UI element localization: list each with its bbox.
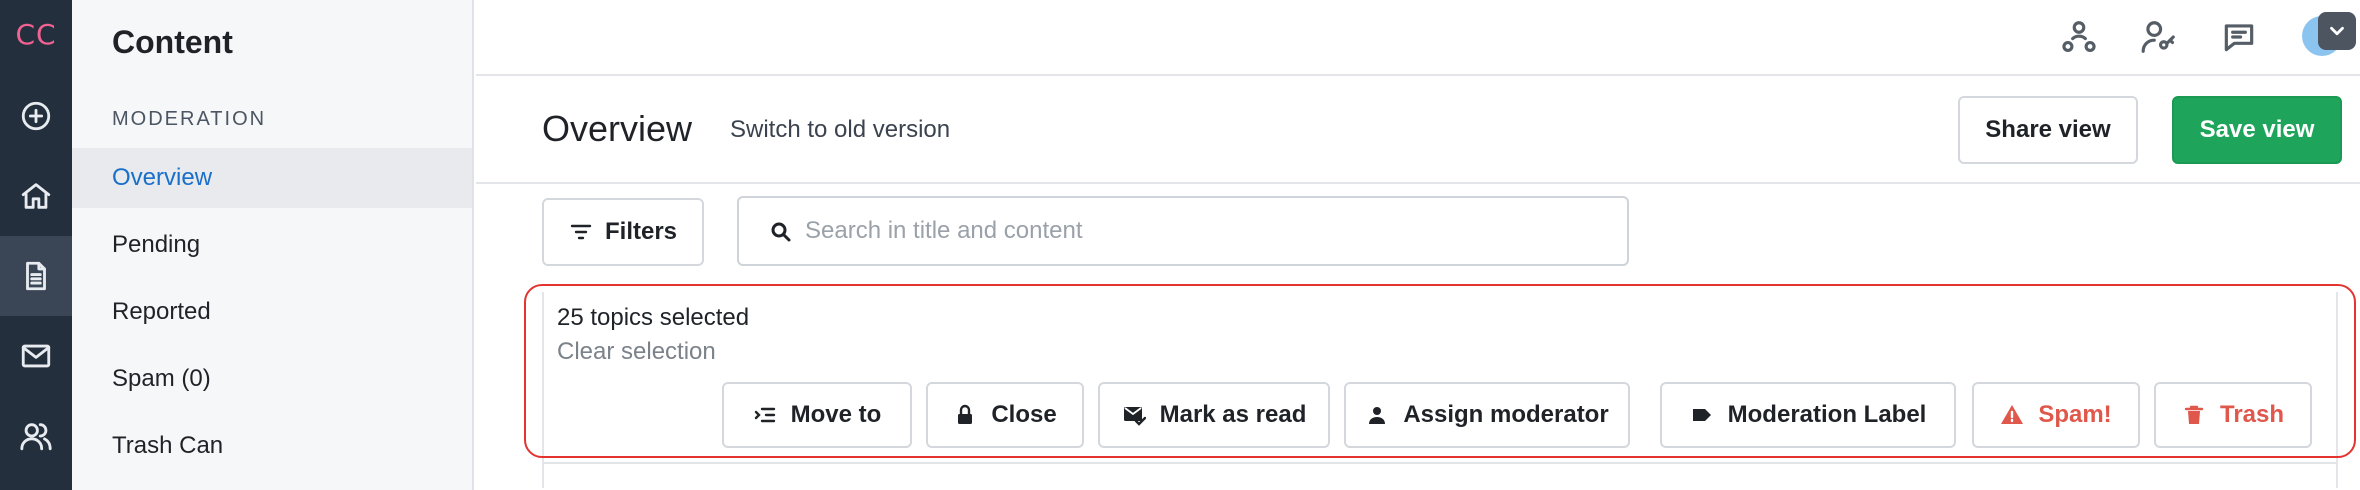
- sidebar-item-reported[interactable]: Reported: [72, 282, 472, 342]
- top-bar: [476, 0, 2360, 76]
- content-button[interactable]: [0, 236, 72, 316]
- plus-circle-icon: [21, 101, 51, 131]
- mark-as-read-label: Mark as read: [1159, 401, 1307, 428]
- search-box[interactable]: [737, 196, 1629, 266]
- page-header: Overview Switch to old version Share vie…: [476, 78, 2360, 184]
- tag-icon: [1692, 409, 1711, 421]
- mark-as-read-button[interactable]: Mark as read: [1098, 382, 1330, 448]
- mail-icon: [21, 344, 51, 368]
- home-button[interactable]: [0, 156, 72, 236]
- share-view-button[interactable]: Share view: [1958, 96, 2138, 164]
- filters-label: Filters: [604, 218, 678, 245]
- person-icon: [1369, 407, 1386, 424]
- filter-icon: [570, 224, 592, 240]
- assign-moderator-label: Assign moderator: [1403, 401, 1609, 428]
- community-icon: [2062, 21, 2096, 53]
- sidebar-item-pending[interactable]: Pending: [72, 215, 472, 275]
- community-button[interactable]: [2056, 14, 2102, 60]
- save-view-button[interactable]: Save view: [2172, 96, 2342, 164]
- list-divider: [542, 462, 2338, 464]
- sidebar-item-trash-can[interactable]: Trash Can: [72, 416, 472, 476]
- chat-icon: [2224, 24, 2254, 52]
- trash-button[interactable]: Trash: [2154, 382, 2312, 448]
- content-sidebar: Content MODERATION Overview Pending Repo…: [72, 0, 474, 490]
- spam-label: Spam!: [2038, 401, 2112, 428]
- messages-top-button[interactable]: [2216, 14, 2262, 60]
- move-to-button[interactable]: Move to: [722, 382, 912, 448]
- lock-icon: [958, 404, 973, 424]
- messages-button[interactable]: [0, 316, 72, 396]
- user-permissions-button[interactable]: [2136, 14, 2182, 60]
- clear-selection-link[interactable]: Clear selection: [557, 338, 716, 366]
- sidebar-item-spam[interactable]: Spam (0): [72, 349, 472, 409]
- selection-count: 25 topics selected: [557, 304, 750, 331]
- app-logo[interactable]: CC: [0, 14, 72, 54]
- close-label: Close: [991, 401, 1057, 428]
- move-list-icon: [754, 407, 775, 423]
- search-icon: [771, 222, 791, 242]
- chevron-down-icon: [2330, 26, 2344, 36]
- moderation-label-button[interactable]: Moderation Label: [1660, 382, 1956, 448]
- home-icon: [21, 183, 51, 209]
- user-key-icon: [2141, 21, 2175, 53]
- moderation-label-text: Moderation Label: [1727, 401, 1927, 428]
- trash-icon: [2184, 405, 2204, 424]
- account-menu-button[interactable]: [2318, 12, 2356, 50]
- warning-icon: [2001, 405, 2024, 424]
- document-icon: [26, 261, 46, 291]
- switch-old-version-link[interactable]: Switch to old version: [730, 116, 950, 144]
- filters-button[interactable]: Filters: [542, 198, 704, 266]
- sidebar-item-overview[interactable]: Overview: [72, 148, 472, 208]
- spam-button[interactable]: Spam!: [1972, 382, 2140, 448]
- page-title: Overview: [542, 108, 693, 149]
- sidebar-title: Content: [112, 24, 233, 60]
- assign-moderator-button[interactable]: Assign moderator: [1344, 382, 1630, 448]
- users-button[interactable]: [0, 396, 72, 476]
- search-input[interactable]: [805, 198, 1605, 264]
- mail-check-icon: [1123, 407, 1146, 426]
- users-icon: [20, 423, 52, 451]
- sidebar-section-label: MODERATION: [112, 108, 267, 130]
- trash-label: Trash: [2219, 401, 2285, 428]
- close-button[interactable]: Close: [926, 382, 1084, 448]
- move-to-label: Move to: [790, 401, 882, 428]
- create-button[interactable]: [0, 76, 72, 156]
- app-rail: CC: [0, 0, 72, 490]
